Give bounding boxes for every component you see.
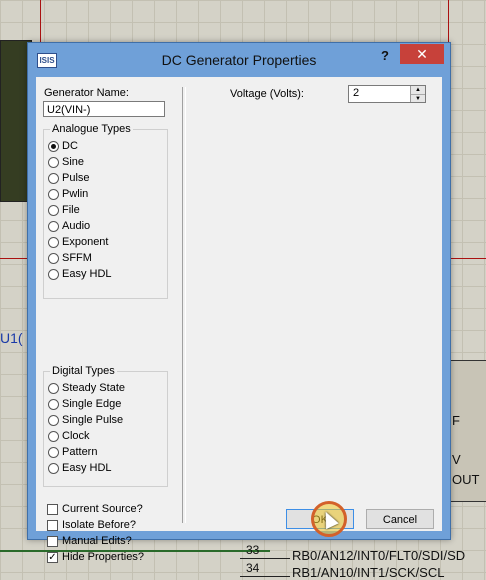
radio-digital-clock[interactable]: Clock <box>48 428 90 444</box>
checkbox[interactable] <box>47 519 58 531</box>
schematic-wire <box>0 258 27 259</box>
radio-button[interactable] <box>48 462 59 474</box>
radio-analogue-file[interactable]: File <box>48 202 80 218</box>
radio-analogue-pwlin[interactable]: Pwlin <box>48 186 88 202</box>
radio-button[interactable] <box>48 430 59 442</box>
voltage-spin-buttons[interactable]: ▲ ▼ <box>410 86 425 102</box>
radio-analogue-sffm[interactable]: SFFM <box>48 250 92 266</box>
radio-button[interactable] <box>48 268 59 280</box>
radio-button[interactable] <box>48 156 59 168</box>
radio-analogue-sine[interactable]: Sine <box>48 154 84 170</box>
radio-button[interactable] <box>48 382 59 394</box>
radio-analogue-pulse[interactable]: Pulse <box>48 170 90 186</box>
analogue-types-title: Analogue Types <box>50 123 133 135</box>
checkbox[interactable] <box>47 503 58 515</box>
close-button[interactable]: ✕ <box>400 44 444 64</box>
chip-pin-label: V <box>452 452 461 467</box>
radio-button[interactable] <box>48 140 59 152</box>
pin-line <box>240 558 290 559</box>
radio-digital-single-edge[interactable]: Single Edge <box>48 396 121 412</box>
pin-number: 34 <box>246 561 260 575</box>
panel-divider <box>182 87 186 523</box>
voltage-input[interactable]: 2 <box>353 87 359 99</box>
pin-number: 33 <box>246 543 260 557</box>
help-button[interactable]: ? <box>378 48 392 64</box>
checkmark-icon[interactable]: ✓ <box>47 551 58 563</box>
radio-analogue-dc[interactable]: DC <box>48 138 78 154</box>
radio-digital-pattern[interactable]: Pattern <box>48 444 97 460</box>
radio-button[interactable] <box>48 252 59 264</box>
radio-button[interactable] <box>48 446 59 458</box>
title-bar[interactable]: ISIS DC Generator Properties ? ✕ <box>28 43 450 77</box>
schematic-wire <box>449 258 486 259</box>
dc-generator-dialog: ISIS DC Generator Properties ? ✕ Generat… <box>27 42 451 563</box>
pin-line <box>240 576 290 577</box>
radio-digital-steady-state[interactable]: Steady State <box>48 380 125 396</box>
chip-pin-label: OUT <box>452 472 480 487</box>
options-group: Current Source? Isolate Before? Manual E… <box>43 501 166 569</box>
radio-button[interactable] <box>48 204 59 216</box>
cancel-button[interactable]: Cancel <box>366 509 434 529</box>
radio-button[interactable] <box>48 220 59 232</box>
checkbox-current-source[interactable]: Current Source? <box>47 501 143 517</box>
voltage-spinbox[interactable]: 2 ▲ ▼ <box>348 85 426 103</box>
pin-label: RB0/AN12/INT0/FLT0/SDI/SD <box>292 548 466 563</box>
radio-button[interactable] <box>48 188 59 200</box>
radio-button[interactable] <box>48 236 59 248</box>
schematic-wire <box>40 0 41 42</box>
digital-types-group: Digital Types Steady State Single Edge S… <box>43 365 168 487</box>
voltage-label: Voltage (Volts): <box>230 88 304 100</box>
analogue-types-group: Analogue Types DC Sine Pulse Pwlin File … <box>43 123 168 299</box>
generator-name-label: Generator Name: <box>44 87 129 99</box>
checkbox-hide-properties[interactable]: ✓ Hide Properties? <box>47 549 144 565</box>
radio-button[interactable] <box>48 398 59 410</box>
radio-digital-easy-hdl[interactable]: Easy HDL <box>48 460 112 476</box>
checkbox-isolate-before[interactable]: Isolate Before? <box>47 517 136 533</box>
spin-down-icon[interactable]: ▼ <box>411 94 425 102</box>
schematic-wire <box>448 0 449 42</box>
generator-name-input[interactable]: U2(VIN-) <box>43 101 165 117</box>
radio-button[interactable] <box>48 414 59 426</box>
digital-types-title: Digital Types <box>50 365 117 377</box>
pin-label: RB1/AN10/INT1/SCK/SCL <box>292 565 445 580</box>
radio-analogue-exponent[interactable]: Exponent <box>48 234 108 250</box>
dialog-body: Generator Name: U2(VIN-) Analogue Types … <box>36 77 442 563</box>
close-icon: ✕ <box>416 46 428 62</box>
schematic-u1-label: U1( <box>0 330 23 346</box>
checkbox-manual-edits[interactable]: Manual Edits? <box>47 533 132 549</box>
radio-analogue-audio[interactable]: Audio <box>48 218 90 234</box>
checkbox[interactable] <box>47 535 58 547</box>
chip-pin-label: F <box>452 413 460 428</box>
radio-digital-single-pulse[interactable]: Single Pulse <box>48 412 123 428</box>
radio-button[interactable] <box>48 172 59 184</box>
radio-analogue-easy-hdl[interactable]: Easy HDL <box>48 266 112 282</box>
spin-up-icon[interactable]: ▲ <box>411 86 425 94</box>
